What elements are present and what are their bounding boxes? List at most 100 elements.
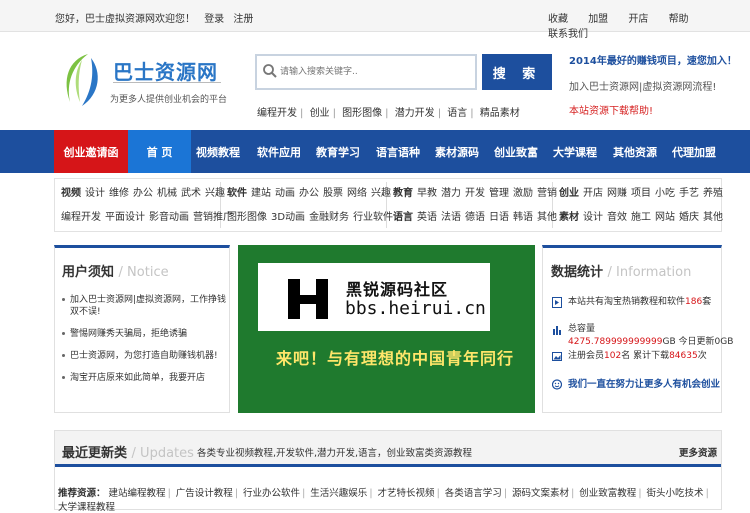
category-link[interactable]: 手艺 xyxy=(679,188,699,199)
nav-item-software[interactable]: 软件应用 xyxy=(255,130,303,173)
notice-item[interactable]: 淘宝开店原来如此简单，我要开店 xyxy=(62,372,227,384)
category-link[interactable]: 早教 xyxy=(417,188,437,199)
search-button[interactable]: 搜 索 xyxy=(482,54,552,90)
help-link[interactable]: 帮助 xyxy=(669,14,689,25)
category-head[interactable]: 语言 xyxy=(393,212,413,223)
notice-item[interactable]: 巴士资源网，为您打造自助赚钱机器! xyxy=(62,350,227,362)
nav-item-home[interactable]: 首 页 xyxy=(128,130,191,173)
more-resources-link[interactable]: 更多资源 xyxy=(679,445,717,459)
category-link[interactable]: 管理 xyxy=(489,188,509,199)
recommended-link[interactable]: 创业致富教程 xyxy=(579,488,636,499)
recommended-link[interactable]: 才艺特长视频 xyxy=(378,488,435,499)
category-link[interactable]: 3D动画 xyxy=(271,212,305,223)
category-link[interactable]: 机械 xyxy=(157,188,177,199)
recommended-link[interactable]: 街头小吃技术 xyxy=(647,488,704,499)
hot-word[interactable]: 图形图像 xyxy=(342,108,382,119)
login-link[interactable]: 登录 xyxy=(204,14,224,25)
category-head[interactable]: 视频 xyxy=(61,188,81,199)
notice-list: 加入巴士资源网|虚拟资源网，工作挣钱双不误! 警惕网赚秀天骗局，拒绝诱骗 巴士资… xyxy=(62,294,227,394)
category-link[interactable]: 办公 xyxy=(133,188,153,199)
hot-word[interactable]: 语言 xyxy=(447,108,467,119)
hot-word[interactable]: 精品素材 xyxy=(480,108,520,119)
open-shop-link[interactable]: 开店 xyxy=(628,14,648,25)
nav-item-other[interactable]: 其他资源 xyxy=(611,130,659,173)
favorite-link[interactable]: 收藏 xyxy=(548,14,568,25)
category-link[interactable]: 编程开发 xyxy=(61,212,101,223)
contact-link[interactable]: 联系我们 xyxy=(548,29,588,40)
category-link[interactable]: 英语 xyxy=(417,212,437,223)
category-link[interactable]: 营销 xyxy=(537,188,557,199)
category-link[interactable]: 影音动画 xyxy=(149,212,189,223)
category-link[interactable]: 兴趣 xyxy=(371,188,391,199)
hot-word[interactable]: 编程开发 xyxy=(257,108,297,119)
category-link[interactable]: 网赚 xyxy=(607,188,627,199)
promo-line[interactable]: 加入巴士资源网|虚拟资源网流程! xyxy=(569,78,716,93)
hot-words: 编程开发 | 创业 | 图形图像 | 潜力开发 | 语言 | 精品素材 xyxy=(257,104,523,119)
category-head[interactable]: 教育 xyxy=(393,188,413,199)
category-link[interactable]: 网站 xyxy=(655,212,675,223)
category-link[interactable]: 潜力 xyxy=(441,188,461,199)
nav-item-video[interactable]: 视频教程 xyxy=(194,130,242,173)
promo-title[interactable]: 2014年最好的赚钱项目，速您加入！ xyxy=(569,52,737,67)
category-head[interactable]: 创业 xyxy=(559,188,579,199)
category-link[interactable]: 激励 xyxy=(513,188,533,199)
category-link[interactable]: 养殖 xyxy=(703,188,723,199)
category-link[interactable]: 日语 xyxy=(489,212,509,223)
category-link[interactable]: 网络 xyxy=(347,188,367,199)
category-link[interactable]: 维修 xyxy=(109,188,129,199)
category-link[interactable]: 其他 xyxy=(537,212,557,223)
search-input[interactable] xyxy=(280,61,470,83)
category-link[interactable]: 德语 xyxy=(465,212,485,223)
banner-slogan: 来吧！与有理想的中国青年同行 xyxy=(276,349,515,368)
category-link[interactable]: 施工 xyxy=(631,212,651,223)
category-link[interactable]: 办公 xyxy=(299,188,319,199)
hot-word[interactable]: 创业 xyxy=(310,108,330,119)
category-link[interactable]: 平面设计 xyxy=(105,212,145,223)
category-link[interactable]: 动画 xyxy=(275,188,295,199)
category-link[interactable]: 项目 xyxy=(631,188,651,199)
join-link[interactable]: 加盟 xyxy=(588,14,608,25)
category-link[interactable]: 行业软件 xyxy=(353,212,393,223)
category-head[interactable]: 素材 xyxy=(559,212,579,223)
nav-item-university[interactable]: 大学课程 xyxy=(551,130,599,173)
recommended-link[interactable]: 生活兴趣娱乐 xyxy=(310,488,367,499)
category-link[interactable]: 股票 xyxy=(323,188,343,199)
category-head[interactable]: 软件 xyxy=(227,188,247,199)
category-link[interactable]: 兴趣 xyxy=(205,188,225,199)
category-link[interactable]: 音效 xyxy=(607,212,627,223)
category-link[interactable]: 设计 xyxy=(85,188,105,199)
recommended-link[interactable]: 广告设计教程 xyxy=(176,488,233,499)
nav-item-business[interactable]: 创业致富 xyxy=(492,130,540,173)
nav-item-source[interactable]: 素材源码 xyxy=(433,130,481,173)
nav-item-education[interactable]: 教育学习 xyxy=(314,130,362,173)
category-link[interactable]: 韩语 xyxy=(513,212,533,223)
category-link[interactable]: 小吃 xyxy=(655,188,675,199)
recommended-link[interactable]: 行业办公软件 xyxy=(243,488,300,499)
nav-item-language[interactable]: 语言语种 xyxy=(374,130,422,173)
recommended-link[interactable]: 各类语言学习 xyxy=(445,488,502,499)
nav-item-invite[interactable]: 创业邀请函 xyxy=(54,130,128,173)
category-link[interactable]: 图形图像 xyxy=(227,212,267,223)
notice-item[interactable]: 加入巴士资源网|虚拟资源网，工作挣钱双不误! xyxy=(62,294,227,318)
category-link[interactable]: 其他 xyxy=(703,212,723,223)
category-link[interactable]: 设计 xyxy=(583,212,603,223)
separator: | xyxy=(638,488,642,499)
register-link[interactable]: 注册 xyxy=(233,14,253,25)
recommended-link[interactable]: 建站编程教程 xyxy=(109,488,166,499)
nav-item-agent[interactable]: 代理加盟 xyxy=(670,130,718,173)
category-link[interactable]: 开店 xyxy=(583,188,603,199)
recommended-link[interactable]: 大学课程教程 xyxy=(58,502,115,513)
logo-icon[interactable] xyxy=(58,50,104,108)
recommended-link[interactable]: 源码文案素材 xyxy=(512,488,569,499)
download-help-link[interactable]: 本站资源下载帮助! xyxy=(569,102,653,117)
top-bar: 您好，巴士虚拟资源网欢迎您！ 登录 注册 收藏 加盟 开店 帮助 联系我们 xyxy=(0,0,750,40)
category-link[interactable]: 法语 xyxy=(441,212,461,223)
category-link[interactable]: 武术 xyxy=(181,188,201,199)
category-link[interactable]: 婚庆 xyxy=(679,212,699,223)
category-link[interactable]: 开发 xyxy=(465,188,485,199)
category-link[interactable]: 建站 xyxy=(251,188,271,199)
hot-word[interactable]: 潜力开发 xyxy=(395,108,435,119)
category-link[interactable]: 金融财务 xyxy=(309,212,349,223)
logo-text[interactable]: 巴士资源网 xyxy=(113,56,218,85)
notice-item[interactable]: 警惕网赚秀天骗局，拒绝诱骗 xyxy=(62,328,227,340)
